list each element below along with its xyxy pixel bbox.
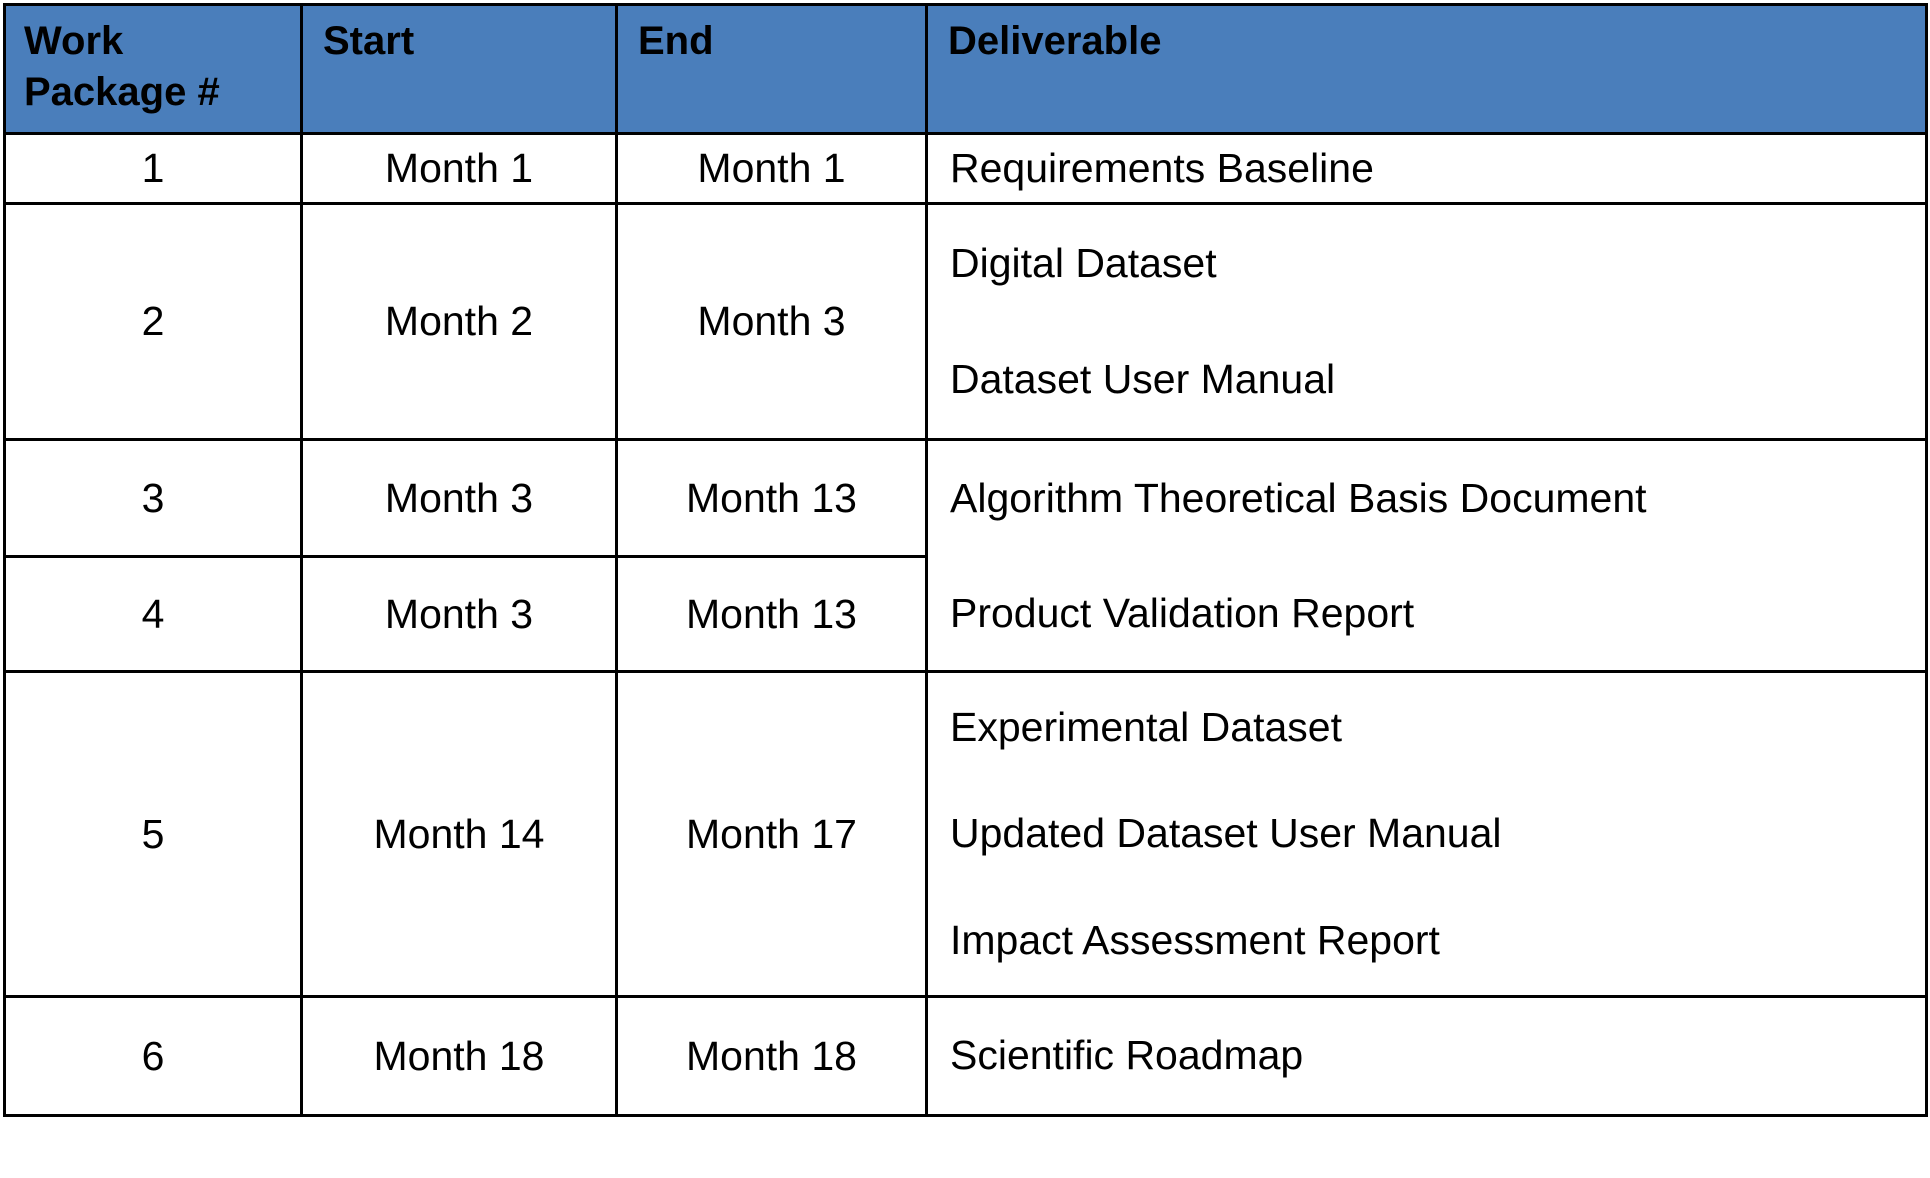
table-body: 1 Month 1 Month 1 Requirements Baseline … <box>3 132 1928 1118</box>
deliverable-item: Updated Dataset User Manual <box>950 810 1502 857</box>
deliverable-item: Dataset User Manual <box>950 355 1336 402</box>
deliverable-item: Product Validation Report <box>950 589 1415 636</box>
column-header-end: End <box>615 2 928 136</box>
deliverable-list: Product Validation Report <box>950 558 1915 670</box>
cell-start: Month 1 <box>300 132 618 206</box>
deliverable-list: Requirements Baseline <box>950 136 1915 201</box>
cell-end: Month 13 <box>615 438 928 559</box>
work-package-deliverables-table: Work Package # Start End Deliverable 1 M… <box>3 2 1928 1118</box>
cell-start: Month 14 <box>300 670 618 999</box>
cell-work-package: 6 <box>3 995 303 1118</box>
cell-work-package: 2 <box>3 202 303 442</box>
cell-deliverable: Algorithm Theoretical Basis Document <box>925 438 1928 557</box>
cell-deliverable: Experimental Dataset Updated Dataset Use… <box>925 670 1928 999</box>
deliverable-item: Impact Assessment Report <box>950 917 1440 964</box>
table-row: 3 Month 3 Month 13 Algorithm Theoretical… <box>3 438 1928 559</box>
table-row: 6 Month 18 Month 18 Scientific Roadmap <box>3 995 1928 1118</box>
cell-end: Month 17 <box>615 670 928 999</box>
cell-deliverable: Product Validation Report <box>925 556 1928 674</box>
table-header-row: Work Package # Start End Deliverable <box>3 2 1928 136</box>
cell-deliverable: Digital Dataset Dataset User Manual <box>925 202 1928 442</box>
table-header: Work Package # Start End Deliverable <box>3 2 1928 136</box>
deliverable-list: Scientific Roadmap <box>950 999 1915 1113</box>
deliverable-list: Algorithm Theoretical Basis Document <box>950 442 1915 556</box>
cell-deliverable: Scientific Roadmap <box>925 995 1928 1118</box>
deliverable-item: Experimental Dataset <box>950 703 1342 750</box>
cell-deliverable: Requirements Baseline <box>925 132 1928 206</box>
column-header-work-package-line1: Work <box>24 19 124 63</box>
cell-start: Month 3 <box>300 555 618 674</box>
cell-work-package: 4 <box>3 555 303 674</box>
deliverable-list: Digital Dataset Dataset User Manual <box>950 194 1915 449</box>
cell-start: Month 18 <box>300 995 618 1118</box>
cell-end: Month 13 <box>615 555 928 674</box>
cell-work-package: 5 <box>3 670 303 999</box>
column-header-work-package: Work Package # <box>3 2 303 136</box>
table-row: 5 Month 14 Month 17 Experimental Dataset… <box>3 670 1928 999</box>
cell-work-package: 3 <box>3 438 303 559</box>
column-header-start: Start <box>300 2 618 136</box>
deliverable-item: Digital Dataset <box>950 240 1217 287</box>
column-header-work-package-line2: Package # <box>24 70 220 115</box>
deliverable-item: Scientific Roadmap <box>950 1032 1304 1079</box>
cell-end: Month 18 <box>615 995 928 1118</box>
cell-end: Month 1 <box>615 132 928 206</box>
column-header-deliverable: Deliverable <box>925 2 1928 136</box>
deliverable-item: Requirements Baseline <box>950 144 1374 191</box>
table-row: 1 Month 1 Month 1 Requirements Baseline <box>3 132 1928 206</box>
deliverable-item: Algorithm Theoretical Basis Document <box>950 475 1647 522</box>
cell-end: Month 3 <box>615 202 928 442</box>
deliverable-list: Experimental Dataset Updated Dataset Use… <box>950 660 1915 1008</box>
table-row: 2 Month 2 Month 3 Digital Dataset Datase… <box>3 202 1928 442</box>
page-root: Work Package # Start End Deliverable 1 M… <box>0 0 1930 1178</box>
table-row: 4 Month 3 Month 13 Product Validation Re… <box>3 555 1928 674</box>
cell-start: Month 2 <box>300 202 618 442</box>
cell-work-package: 1 <box>3 132 303 206</box>
cell-start: Month 3 <box>300 438 618 559</box>
